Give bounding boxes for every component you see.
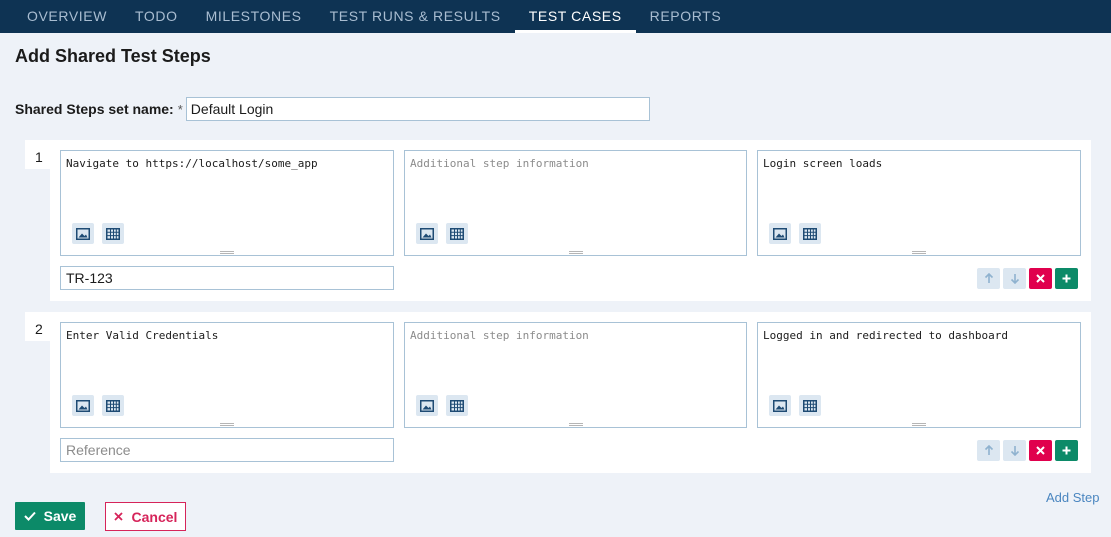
step-1: Navigate to https://localhost/some_app A… [50, 140, 1091, 301]
resize-handle[interactable] [220, 251, 234, 254]
save-label: Save [43, 508, 77, 524]
resize-handle[interactable] [912, 251, 926, 254]
step-expected-result-field[interactable]: Login screen loads [757, 150, 1081, 256]
shared-steps-name-input[interactable] [185, 97, 650, 121]
step-expected-result-field[interactable]: Logged in and redirected to dashboard [757, 322, 1081, 428]
close-icon [1036, 274, 1045, 283]
arrow-down-icon [1010, 446, 1019, 456]
resize-handle[interactable] [568, 251, 583, 254]
table-icon[interactable] [102, 395, 124, 416]
save-button[interactable]: Save [15, 502, 85, 530]
add-step-link[interactable]: Add Step [1046, 490, 1100, 505]
shared-steps-name-row: Shared Steps set name: * [15, 97, 650, 121]
resize-handle[interactable] [912, 423, 926, 426]
step-content-text: Enter Valid Credentials [66, 329, 219, 342]
move-down-button[interactable] [1003, 440, 1026, 461]
close-icon [1036, 446, 1045, 455]
step-additional-info-field[interactable]: Additional step information [404, 150, 747, 256]
table-icon[interactable] [102, 223, 124, 244]
shared-steps-name-label: Shared Steps set name: [15, 101, 174, 117]
plus-icon [1062, 446, 1071, 455]
image-icon[interactable] [416, 223, 438, 244]
step-content-field[interactable]: Navigate to https://localhost/some_app [60, 150, 394, 256]
tab-test-cases[interactable]: TEST CASES [514, 0, 636, 33]
image-icon[interactable] [72, 395, 94, 416]
required-marker: * [177, 101, 183, 117]
plus-icon [1062, 274, 1071, 283]
image-icon[interactable] [72, 223, 94, 244]
table-icon[interactable] [799, 223, 821, 244]
page-title: Add Shared Test Steps [15, 46, 211, 66]
cancel-button[interactable]: Cancel [105, 502, 186, 531]
table-icon[interactable] [446, 223, 468, 244]
step-content-field[interactable]: Enter Valid Credentials [60, 322, 394, 428]
cancel-label: Cancel [131, 508, 178, 525]
resize-handle[interactable] [220, 423, 234, 426]
resize-handle[interactable] [568, 423, 583, 426]
tab-reports[interactable]: REPORTS [636, 0, 736, 33]
tab-milestones[interactable]: MILESTONES [192, 0, 316, 33]
arrow-up-icon [984, 273, 993, 283]
add-step-after-button[interactable] [1055, 440, 1078, 461]
arrow-up-icon [984, 445, 993, 455]
reference-input[interactable] [60, 266, 394, 290]
add-step-after-button[interactable] [1055, 268, 1078, 289]
table-icon[interactable] [799, 395, 821, 416]
image-icon[interactable] [769, 223, 791, 244]
step-number: 2 [25, 312, 50, 341]
expected-result-text: Login screen loads [763, 157, 883, 170]
delete-step-button[interactable] [1029, 268, 1052, 289]
image-icon[interactable] [769, 395, 791, 416]
tab-todo[interactable]: TODO [121, 0, 192, 33]
additional-info-placeholder: Additional step information [410, 157, 589, 170]
x-icon [113, 512, 123, 521]
move-up-button[interactable] [977, 268, 1000, 289]
reference-input[interactable] [60, 438, 394, 462]
step-2: Enter Valid Credentials Additional step … [50, 312, 1091, 473]
expected-result-text: Logged in and redirected to dashboard [763, 329, 1009, 342]
tab-test-runs-results[interactable]: TEST RUNS & RESULTS [316, 0, 515, 33]
step-content-text: Navigate to https://localhost/some_app [66, 157, 318, 170]
check-icon [23, 511, 36, 521]
step-actions [977, 268, 1078, 289]
image-icon[interactable] [416, 395, 438, 416]
delete-step-button[interactable] [1029, 440, 1052, 461]
move-up-button[interactable] [977, 440, 1000, 461]
move-down-button[interactable] [1003, 268, 1026, 289]
step-actions [977, 440, 1078, 461]
top-navigation: OVERVIEW TODO MILESTONES TEST RUNS & RES… [0, 0, 1111, 33]
step-additional-info-field[interactable]: Additional step information [404, 322, 747, 428]
step-number: 1 [25, 140, 50, 169]
additional-info-placeholder: Additional step information [410, 329, 589, 342]
tab-overview[interactable]: OVERVIEW [13, 0, 121, 33]
arrow-down-icon [1010, 274, 1019, 284]
table-icon[interactable] [446, 395, 468, 416]
